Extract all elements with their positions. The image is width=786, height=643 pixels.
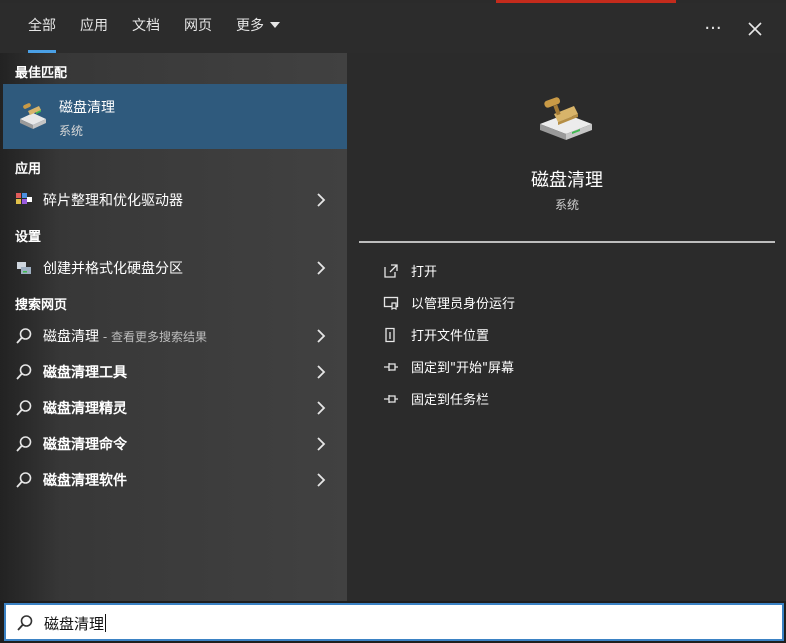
web-result-label: 磁盘清理命令 — [43, 437, 127, 453]
action-pin-to-taskbar[interactable]: 固定到任务栏 — [377, 385, 757, 413]
chevron-right-icon[interactable] — [315, 327, 327, 345]
more-options-icon: ··· — [704, 18, 722, 39]
action-pin-to-taskbar-label: 固定到任务栏 — [411, 393, 490, 408]
web-result-hint: - 查看更多搜索结果 — [99, 330, 207, 344]
tab-all[interactable]: 全部 — [28, 3, 56, 53]
open-icon — [384, 264, 398, 278]
section-web-search: 搜索网页 — [15, 298, 68, 313]
search-input[interactable]: 磁盘清理 — [44, 613, 107, 634]
chevron-right-icon[interactable] — [315, 471, 327, 489]
tab-documents[interactable]: 文档 — [132, 3, 160, 53]
preview-pane: 磁盘清理 系统 打开 以管理员身份运行 打开文件位置 固定到"开始"屏幕 固定到… — [359, 66, 775, 601]
best-match-title: 磁盘清理 — [59, 100, 115, 116]
web-result[interactable]: 磁盘清理精灵 — [3, 390, 347, 426]
search-icon — [17, 615, 33, 631]
filter-tabs: 全部 应用 文档 网页 更多 ··· — [0, 3, 786, 53]
tab-apps[interactable]: 应用 — [80, 3, 108, 53]
app-result-defrag[interactable]: 碎片整理和优化驱动器 — [3, 182, 347, 218]
search-icon — [16, 400, 32, 416]
action-open-label: 打开 — [411, 265, 438, 280]
action-open-file-location[interactable]: 打开文件位置 — [377, 321, 757, 349]
chevron-down-icon — [270, 22, 280, 28]
search-icon — [16, 328, 32, 344]
web-result[interactable]: 磁盘清理工具 — [3, 354, 347, 390]
settings-result-partition[interactable]: 创建并格式化硬盘分区 — [3, 250, 347, 286]
web-result[interactable]: 磁盘清理命令 — [3, 426, 347, 462]
search-icon — [16, 364, 32, 380]
section-best-match: 最佳匹配 — [15, 66, 68, 81]
preview-subtitle: 系统 — [554, 198, 579, 212]
tab-all-label: 全部 — [28, 18, 56, 34]
web-result-query: 磁盘清理 — [43, 329, 99, 345]
disk-cleanup-icon — [540, 97, 592, 140]
pin-icon — [384, 395, 398, 403]
best-match-subtitle: 系统 — [59, 124, 84, 138]
tab-web-label: 网页 — [184, 18, 212, 34]
search-input-value: 磁盘清理 — [44, 615, 105, 633]
action-run-as-admin[interactable]: 以管理员身份运行 — [377, 289, 757, 317]
action-open-file-location-label: 打开文件位置 — [411, 329, 490, 344]
search-icon — [16, 436, 32, 452]
close-icon — [748, 22, 762, 36]
web-result[interactable]: 磁盘清理 - 查看更多搜索结果 — [3, 318, 347, 354]
action-pin-to-start-label: 固定到"开始"屏幕 — [411, 361, 514, 376]
search-icon — [16, 472, 32, 488]
run-as-admin-icon — [383, 296, 399, 310]
web-result-label: 磁盘清理工具 — [43, 365, 127, 381]
file-location-icon — [385, 327, 395, 343]
disk-cleanup-icon — [20, 103, 46, 129]
web-result[interactable]: 磁盘清理软件 — [3, 462, 347, 498]
tab-documents-label: 文档 — [132, 18, 160, 34]
action-open[interactable]: 打开 — [377, 257, 757, 285]
chevron-right-icon[interactable] — [315, 435, 327, 453]
preview-divider — [359, 241, 775, 243]
search-box[interactable]: 磁盘清理 — [4, 603, 784, 641]
tab-apps-label: 应用 — [80, 18, 108, 34]
web-result-label: 磁盘清理 - 查看更多搜索结果 — [43, 326, 207, 346]
settings-result-label: 创建并格式化硬盘分区 — [43, 261, 183, 277]
chevron-right-icon[interactable] — [315, 259, 327, 277]
action-run-as-admin-label: 以管理员身份运行 — [411, 297, 516, 312]
chevron-right-icon[interactable] — [315, 399, 327, 417]
best-match-item[interactable]: 磁盘清理 系统 — [3, 84, 347, 149]
web-result-label: 磁盘清理软件 — [43, 473, 127, 489]
pin-icon — [384, 363, 398, 371]
preview-title: 磁盘清理 — [531, 170, 603, 191]
tab-more[interactable]: 更多 — [236, 3, 280, 53]
tab-web[interactable]: 网页 — [184, 3, 212, 53]
chevron-right-icon[interactable] — [315, 363, 327, 381]
tab-more-label: 更多 — [236, 18, 264, 34]
app-result-label: 碎片整理和优化驱动器 — [43, 193, 183, 209]
action-pin-to-start[interactable]: 固定到"开始"屏幕 — [377, 353, 757, 381]
chevron-right-icon[interactable] — [315, 191, 327, 209]
close-button[interactable] — [737, 11, 773, 47]
web-result-label: 磁盘清理精灵 — [43, 401, 127, 417]
text-cursor — [105, 614, 107, 632]
section-apps: 应用 — [15, 162, 42, 177]
disk-management-icon — [17, 262, 31, 274]
defrag-icon — [16, 193, 32, 204]
more-options-button[interactable]: ··· — [695, 11, 731, 47]
section-settings: 设置 — [15, 230, 42, 245]
